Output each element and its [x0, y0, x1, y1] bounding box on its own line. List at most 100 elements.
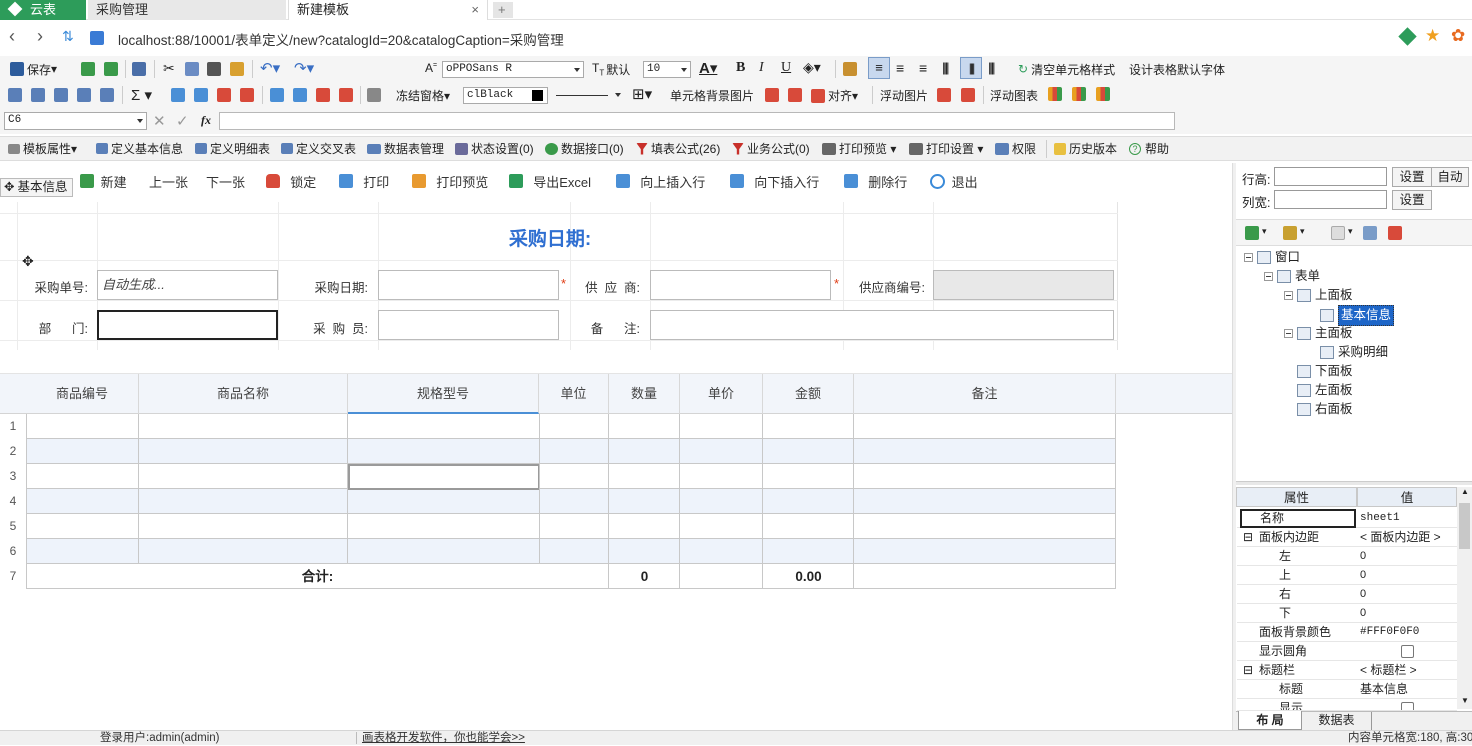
insert-row-icon[interactable]: [8, 88, 22, 102]
lock-button[interactable]: 锁定: [266, 167, 316, 195]
prop-row-right[interactable]: 右0: [1237, 585, 1457, 604]
cut-icon[interactable]: ✂: [163, 60, 175, 77]
redo-icon[interactable]: ↷▾: [294, 59, 314, 77]
print-settings-button[interactable]: 打印设置 ▾: [909, 137, 983, 160]
cell-ref-select[interactable]: C6: [4, 112, 147, 130]
vertical-align-icon[interactable]: ||||: [988, 60, 995, 75]
align-left-icon[interactable]: ≡: [868, 57, 890, 79]
col-header-name[interactable]: 商品名称: [139, 374, 348, 414]
align-button[interactable]: 对齐 ▾: [811, 82, 858, 109]
insert-col-icon[interactable]: [31, 88, 45, 102]
remark-field[interactable]: [650, 310, 1114, 340]
remove-image-icon[interactable]: [788, 88, 802, 102]
col-header-amount[interactable]: 金额: [763, 374, 854, 414]
purchase-date-field[interactable]: [378, 270, 559, 300]
tree-node-top-panel[interactable]: 上面板: [1284, 286, 1353, 305]
define-basic-info-button[interactable]: 定义基本信息: [96, 137, 183, 160]
collapse-icon[interactable]: [1244, 253, 1253, 262]
cell-bg-image-button[interactable]: 单元格背景图片: [670, 82, 754, 109]
clear-table-icon[interactable]: [240, 88, 254, 102]
copy-icon[interactable]: [185, 62, 199, 76]
prop-row-title[interactable]: 标题 基本信息: [1237, 680, 1457, 699]
stacked-chart-icon[interactable]: [1096, 87, 1110, 101]
back-icon[interactable]: ‹: [9, 26, 15, 47]
col-header-remark[interactable]: 备注: [854, 374, 1116, 414]
fx-icon[interactable]: fx: [201, 113, 211, 128]
tree-node-bottom-panel[interactable]: 下面板: [1297, 362, 1353, 381]
supplier-field[interactable]: [650, 270, 831, 300]
default-font-button[interactable]: TT 默认: [592, 56, 630, 82]
insert-down-icon[interactable]: [293, 88, 307, 102]
prop-row-top[interactable]: 上0: [1237, 566, 1457, 585]
scroll-down-icon[interactable]: ▼: [1461, 696, 1469, 705]
undo-icon[interactable]: ↶▾: [260, 59, 280, 77]
prop-row-bg-color[interactable]: 面板背景颜色 #FFF0F0F0: [1237, 623, 1457, 642]
tree-node-basic-info[interactable]: 基本信息: [1320, 305, 1395, 326]
history-version-button[interactable]: 历史版本: [1054, 137, 1117, 160]
color-select[interactable]: clBlack: [463, 87, 548, 104]
extension-icon[interactable]: [1398, 27, 1417, 46]
scroll-thumb[interactable]: [1459, 503, 1470, 549]
font-family-select[interactable]: oPPOSans R: [442, 61, 584, 78]
prop-row-name[interactable]: 名称 sheet1: [1237, 509, 1457, 528]
tree-node-purchase-detail[interactable]: 采购明细: [1320, 343, 1388, 362]
insert-row-above-button[interactable]: 向上插入行: [616, 167, 705, 195]
status-settings-button[interactable]: 状态设置(0): [455, 137, 534, 160]
merge-cells-icon[interactable]: [100, 88, 114, 102]
tab-data-table[interactable]: 数据表: [1302, 712, 1372, 730]
freeze-panes-button[interactable]: 冻结窗格 ▾: [396, 82, 450, 109]
table-row[interactable]: [26, 489, 1116, 514]
export-excel-button[interactable]: 导出Excel: [509, 167, 591, 195]
remove-float-image-icon[interactable]: [961, 88, 975, 102]
department-field[interactable]: [97, 310, 278, 340]
buyer-field[interactable]: [378, 310, 559, 340]
table-row[interactable]: [26, 464, 1116, 489]
export-icon[interactable]: [132, 62, 146, 76]
promo-link[interactable]: 画表格开发软件，你也能学会>>: [362, 731, 525, 746]
delete-row-icon[interactable]: [54, 88, 68, 102]
tree-node-window[interactable]: 窗口: [1244, 248, 1300, 267]
fill-formula-button[interactable]: 填表公式(26): [636, 137, 720, 160]
prop-row-bottom[interactable]: 下0: [1237, 604, 1457, 623]
insert-icon[interactable]: [171, 88, 185, 102]
add-table-icon[interactable]: [194, 88, 208, 102]
copy-sheet-icon[interactable]: [81, 62, 95, 76]
align-right-icon[interactable]: ≡: [919, 60, 927, 76]
remove-table-icon[interactable]: [217, 88, 231, 102]
apps-icon[interactable]: [90, 31, 104, 45]
paste-icon[interactable]: [207, 62, 221, 76]
font-size-select[interactable]: 10: [643, 61, 691, 78]
selected-cell[interactable]: [348, 464, 540, 490]
row-number[interactable]: 3: [0, 464, 26, 489]
set-col-width-button[interactable]: 设置: [1392, 190, 1432, 210]
add-float-image-icon[interactable]: [937, 88, 951, 102]
row-number[interactable]: 2: [0, 439, 26, 464]
table-row[interactable]: [26, 439, 1116, 464]
tree-node-form[interactable]: 表单: [1264, 267, 1320, 286]
save-button[interactable]: 保存 ▾: [10, 56, 57, 82]
format-painter-icon[interactable]: [230, 62, 244, 76]
data-table-mgmt-button[interactable]: 数据表管理: [367, 137, 444, 160]
next-button[interactable]: 下一张: [206, 167, 245, 195]
show-checkbox[interactable]: [1401, 702, 1414, 710]
prop-scrollbar[interactable]: ▲ ▼: [1457, 487, 1472, 709]
sum-icon[interactable]: Σ ▾: [131, 86, 152, 104]
define-cross-table-button[interactable]: 定义交叉表: [281, 137, 356, 160]
layout-icon[interactable]: [1245, 226, 1259, 240]
col-width-input[interactable]: [1274, 190, 1387, 209]
col-header-code[interactable]: 商品编号: [26, 374, 139, 414]
fill-color-icon[interactable]: ◈▾: [803, 59, 821, 76]
confirm-icon[interactable]: ✓: [176, 112, 189, 130]
row-number[interactable]: 1: [0, 414, 26, 439]
auto-row-height-button[interactable]: 自动: [1431, 167, 1469, 187]
new-tab-button[interactable]: +: [493, 2, 513, 18]
col-header-price[interactable]: 单价: [680, 374, 763, 414]
add-image-icon[interactable]: [765, 88, 779, 102]
percent-icon[interactable]: [367, 88, 381, 102]
delete-row-button[interactable]: 删除行: [844, 167, 907, 195]
delete-icon[interactable]: [316, 88, 330, 102]
refresh-icon[interactable]: ⇅: [62, 28, 74, 45]
prop-row-show[interactable]: 显示: [1237, 699, 1457, 711]
panel-window-icon[interactable]: [1363, 226, 1377, 240]
print-button[interactable]: 打印: [339, 167, 389, 195]
